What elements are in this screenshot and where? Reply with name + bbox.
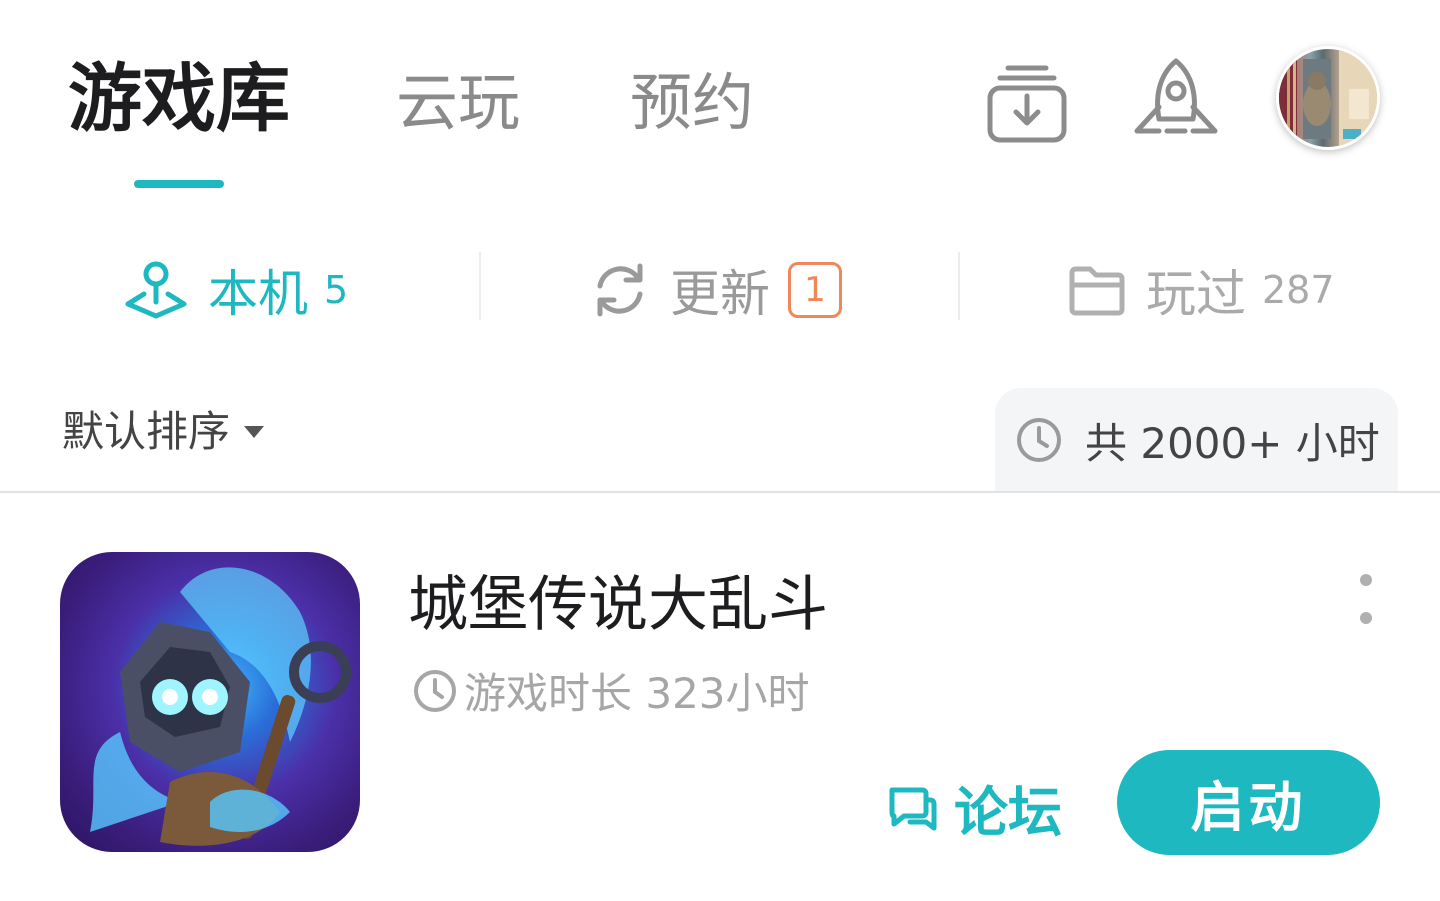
section-divider xyxy=(0,491,1440,493)
caret-down-icon xyxy=(244,425,265,438)
total-playtime-text: 共 2000+ 小时 xyxy=(1085,418,1380,468)
tab-game-library[interactable]: 游戏库 xyxy=(68,56,290,142)
subtab-played-count: 287 xyxy=(1262,268,1335,312)
clock-icon xyxy=(1017,418,1061,462)
subtab-played[interactable]: 玩过 287 xyxy=(1068,250,1335,330)
sort-label: 默认排序 xyxy=(62,407,231,456)
more-options-icon[interactable] xyxy=(1356,574,1376,624)
subtab-update[interactable]: 更新 1 xyxy=(590,250,842,330)
subtab-divider xyxy=(958,252,960,320)
rocket-icon[interactable] xyxy=(1130,56,1222,148)
total-playtime-panel: 共 2000+ 小时 xyxy=(995,388,1398,492)
game-icon[interactable] xyxy=(60,552,360,852)
subtab-played-label: 玩过 xyxy=(1146,265,1246,323)
user-avatar[interactable] xyxy=(1276,46,1380,150)
tab-reservations[interactable]: 预约 xyxy=(630,60,754,146)
game-playtime: 游戏时长 323小时 xyxy=(412,660,810,721)
sort-dropdown[interactable]: 默认排序 xyxy=(62,398,265,459)
launch-button[interactable]: 启动 xyxy=(1117,750,1380,855)
clock-icon xyxy=(414,669,456,712)
subtab-divider xyxy=(479,252,481,320)
game-playtime-text: 游戏时长 323小时 xyxy=(464,669,810,718)
folder-icon xyxy=(1069,266,1125,316)
chat-bubble-icon xyxy=(889,787,937,830)
subtab-update-label: 更新 xyxy=(670,265,770,323)
subtab-local-label: 本机 xyxy=(208,265,308,323)
game-title[interactable]: 城堡传说大乱斗 xyxy=(408,556,828,643)
subtab-local[interactable]: 本机 5 xyxy=(124,250,348,330)
subtab-local-count: 5 xyxy=(324,268,349,312)
update-count-badge: 1 xyxy=(788,262,842,318)
download-manager-icon[interactable] xyxy=(982,58,1072,148)
forum-label: 论坛 xyxy=(954,781,1062,844)
joystick-icon xyxy=(125,261,187,319)
active-tab-indicator xyxy=(134,180,224,188)
tab-cloud-play[interactable]: 云玩 xyxy=(396,60,520,146)
refresh-icon xyxy=(597,263,643,317)
forum-button[interactable]: 论坛 xyxy=(886,768,1062,847)
